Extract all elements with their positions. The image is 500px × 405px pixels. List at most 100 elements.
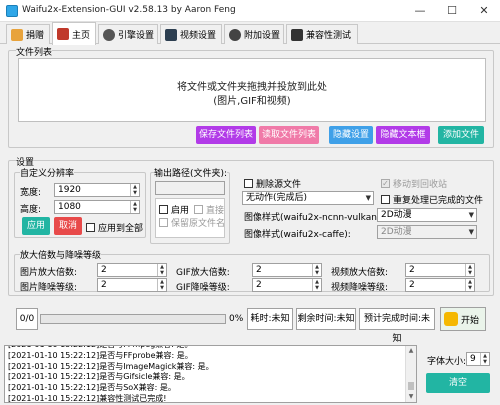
spin-arrows-icon[interactable]: ▲ ▼ [130,201,139,213]
gif-scale-label: GIF放大倍数: [176,268,230,278]
add-file-button[interactable]: 添加文件 [438,126,484,144]
spin-arrows-icon[interactable]: ▲ ▼ [130,184,139,196]
image-noise-spinbox[interactable]: 2 ▲ ▼ [97,278,167,292]
video-scale-spinbox[interactable]: 2 ▲ ▼ [405,263,475,277]
reprocess-finished-checkbox[interactable]: 重复处理已完成的文件 [381,193,483,206]
select-value: 无动作(完成后) [246,193,308,203]
tab-label: 附加设置 [244,31,281,41]
checkbox-box[interactable] [86,223,95,232]
scroll-up-icon[interactable]: ▲ [406,346,416,356]
height-spinbox[interactable]: 1080 ▲ ▼ [54,200,140,214]
chevron-down-icon: ▼ [468,228,474,236]
tab-home[interactable]: 主页 [52,22,96,45]
checkbox-box[interactable] [194,205,203,214]
chevron-down-icon: ▼ [468,211,474,219]
elapsed-time: 耗时:未知 [247,308,293,330]
tab-label: 引擎设置 [118,31,155,41]
post-action-select[interactable]: 无动作(完成后) ▼ [242,191,374,205]
spin-arrows-icon[interactable]: ▲ ▼ [312,279,321,291]
maximize-button[interactable]: ☐ [436,0,468,22]
donate-icon [11,28,23,41]
checkbox-box[interactable] [244,179,253,188]
tab-label: 视频设置 [180,31,217,41]
cancel-resolution-button[interactable]: 取消 [54,217,82,235]
log-textbox[interactable]: [2021-01-10 15:22:12]是否与FFmpeg兼容: 是。[202… [4,345,417,403]
video-noise-spinbox[interactable]: 2 ▲ ▼ [405,278,475,292]
minimize-button[interactable]: — [404,0,436,22]
apply-to-all-checkbox[interactable]: 应用到全部 [86,221,143,234]
log-lines: [2021-01-10 15:22:12]是否与FFmpeg兼容: 是。[202… [5,346,416,402]
tab-additional-settings[interactable]: 附加设置 [224,24,284,44]
spin-arrows-icon[interactable]: ▲ ▼ [157,264,166,276]
spin-value: 2 [409,265,415,275]
video-icon [165,28,177,41]
tab-compatibility-test[interactable]: 兼容性测试 [286,24,358,44]
file-count: 0/0 [16,308,38,330]
log-line: [2021-01-10 15:22:12]是否与Gifsicle兼容: 是。 [8,372,190,382]
image-noise-label: 图片降噪等级: [20,283,78,293]
clear-log-button[interactable]: 清空 [426,373,490,393]
hide-textbox-button[interactable]: 隐藏文本框 [376,126,430,144]
spin-arrows-icon[interactable]: ▲ ▼ [312,264,321,276]
tab-video-settings[interactable]: 视频设置 [160,24,222,44]
tab-label: 主页 [72,30,91,41]
gif-scale-spinbox[interactable]: 2 ▲ ▼ [252,263,322,277]
width-spinbox[interactable]: 1920 ▲ ▼ [54,183,140,197]
progress-percent: 0% [229,314,244,324]
spin-arrows-icon[interactable]: ▲ ▼ [465,279,474,291]
tab-label: 捐赠 [26,31,45,41]
height-label: 高度: [20,205,42,215]
enable-output-path-checkbox[interactable]: 启用 [159,203,189,216]
spin-arrows-icon[interactable]: ▲ ▼ [480,353,489,365]
tab-donate[interactable]: 捐赠 [6,24,50,44]
log-line: [2021-01-10 15:22:12]是否与SoX兼容: 是。 [8,383,176,393]
output-path-input[interactable] [155,181,225,195]
tab-bar: 捐赠 主页 引擎设置 视频设置 附加设置 兼容性测试 [0,22,500,45]
delete-source-checkbox[interactable]: 删除源文件 [244,177,301,190]
font-size-label: 字体大小: [427,357,467,367]
gif-noise-spinbox[interactable]: 2 ▲ ▼ [252,278,322,292]
checkbox-box[interactable] [381,195,390,204]
checkbox-label: 启用 [171,206,190,216]
drop-hint-line1: 将文件或文件夹拖拽并投放到此处 [177,82,327,93]
scroll-thumb[interactable] [408,382,414,390]
checkbox-box[interactable]: ✓ [381,179,390,188]
start-button[interactable]: 开始 [440,307,486,331]
style-vulkan-select[interactable]: 2D动漫 ▼ [377,208,477,222]
checkbox-box[interactable] [159,218,168,227]
font-size-spinbox[interactable]: 9 ▲ ▼ [466,352,490,366]
checkbox-label: 重复处理已完成的文件 [393,196,484,206]
width-label: 宽度: [20,188,42,198]
spin-arrows-icon[interactable]: ▲ ▼ [157,279,166,291]
image-scale-spinbox[interactable]: 2 ▲ ▼ [97,263,167,277]
chevron-down-icon: ▼ [365,194,371,202]
direct-output-checkbox[interactable]: 直接 [194,203,224,216]
spin-value: 2 [101,280,107,290]
close-button[interactable]: ✕ [468,0,500,22]
image-scale-label: 图片放大倍数: [20,268,78,278]
apply-resolution-button[interactable]: 应用 [22,217,50,235]
load-file-list-button[interactable]: 读取文件列表 [259,126,319,144]
keep-filename-checkbox[interactable]: 保留原文件名 [159,216,224,229]
save-file-list-button[interactable]: 保存文件列表 [196,126,256,144]
scroll-down-icon[interactable]: ▼ [406,392,416,402]
width-value: 1920 [58,185,81,195]
tab-engine-settings[interactable]: 引擎设置 [98,24,158,44]
drop-zone[interactable]: 将文件或文件夹拖拽并投放到此处 (图片,GIF和视频) [18,58,486,122]
move-to-recycle-checkbox[interactable]: ✓ 移动到回收站 [381,177,447,190]
start-icon [444,312,458,326]
height-value: 1080 [58,202,81,212]
home-icon [57,28,69,40]
hide-settings-button[interactable]: 隐藏设置 [329,126,373,144]
select-value: 2D动漫 [381,210,412,220]
video-noise-label: 视频降噪等级: [331,283,389,293]
title-bar: Waifu2x-Extension-GUI v2.58.13 by Aaron … [0,0,500,22]
style-caffe-select[interactable]: 2D动漫 ▼ [377,225,477,239]
drop-hint-line2: (图片,GIF和视频) [213,96,291,107]
gear-icon [103,28,115,41]
spin-arrows-icon[interactable]: ▲ ▼ [465,264,474,276]
log-scrollbar[interactable]: ▲ ▼ [405,346,416,402]
checkbox-box[interactable] [159,205,168,214]
checkbox-label: 应用到全部 [98,224,144,234]
spin-value: 2 [256,265,262,275]
